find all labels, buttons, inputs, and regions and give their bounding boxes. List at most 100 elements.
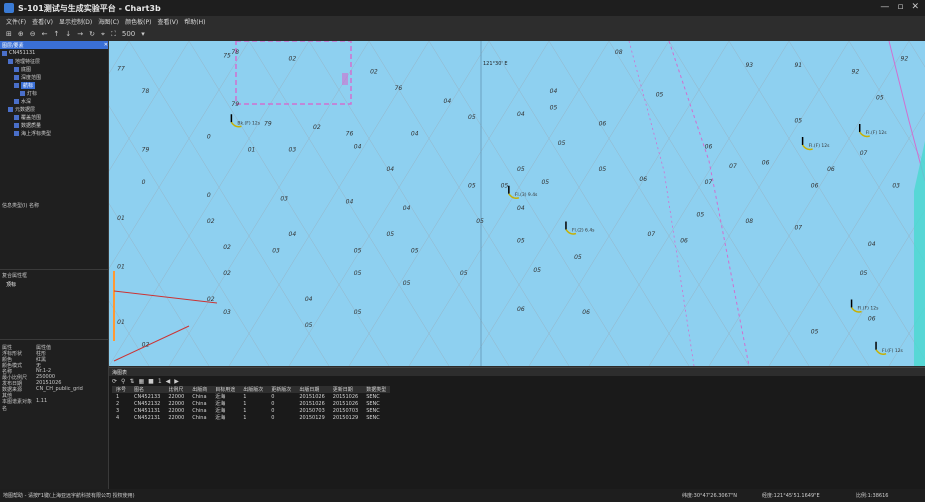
menu-display[interactable]: 显示控制(D) bbox=[59, 17, 92, 26]
depth-sounding: 04 bbox=[550, 88, 558, 95]
fullscreen-icon[interactable]: ⛶ bbox=[111, 30, 116, 39]
menu-view2[interactable]: 查看(V) bbox=[157, 17, 178, 26]
column-header[interactable]: 更新版次 bbox=[267, 386, 296, 393]
grid-line bbox=[288, 41, 490, 366]
table-cell: 20151026 bbox=[299, 393, 325, 400]
layer-icon bbox=[14, 82, 19, 88]
maximize-button[interactable]: ▫ bbox=[897, 2, 903, 12]
layer-icon bbox=[14, 114, 19, 120]
zoom-in-icon[interactable]: ⊕ bbox=[18, 30, 24, 38]
info-type-label: 信息类型(I) 名称 bbox=[2, 203, 39, 209]
grid-line bbox=[828, 209, 925, 366]
assoc-item[interactable]: 顶标 bbox=[6, 281, 16, 288]
tree-item-label: 覆盖范围 bbox=[21, 114, 42, 121]
menu-help[interactable]: 帮助(H) bbox=[184, 17, 205, 26]
table-row[interactable]: 3 CN451131 22000 China 近海 1 0 20150703 20150703 S… bbox=[112, 407, 390, 415]
depth-sounding: 06 bbox=[705, 143, 713, 150]
app-icon bbox=[4, 3, 14, 13]
page-icon[interactable]: ■ bbox=[148, 378, 154, 385]
depth-sounding: 79 bbox=[264, 121, 272, 128]
zoom-out-icon[interactable]: ⊖ bbox=[30, 30, 36, 38]
light-buoy[interactable]: Fl.(F) 12s bbox=[858, 124, 888, 138]
rotate-icon[interactable]: ↻ bbox=[89, 30, 95, 38]
depth-sounding: 05 bbox=[860, 270, 868, 277]
depth-sounding: 05 bbox=[460, 270, 468, 277]
depth-sounding: 02 bbox=[207, 296, 215, 303]
next-page-button[interactable]: ▶ bbox=[174, 378, 179, 385]
filter-icon[interactable]: ⚲ bbox=[121, 378, 125, 385]
chart-canvas[interactable]: 77787900101010275 78790002020379010202020… bbox=[109, 41, 925, 366]
title-bar: S-101测试与生成实验平台 - Chart3b — ▫ ✕ bbox=[0, 0, 925, 16]
tree-item-label: 灯标 bbox=[27, 90, 38, 97]
page-number[interactable]: 1 bbox=[158, 378, 162, 385]
tree-item[interactable]: 覆盖范围 bbox=[0, 113, 108, 121]
depth-sounding: 0 bbox=[207, 134, 211, 141]
column-header[interactable]: 出版版次 bbox=[239, 386, 268, 393]
tree-item[interactable]: 海上浮标类型 bbox=[0, 129, 108, 137]
tree-item[interactable]: 灯标 bbox=[0, 89, 108, 97]
depth-sounding: 92 bbox=[852, 69, 860, 76]
column-header[interactable]: 出版商 bbox=[188, 386, 212, 393]
depth-sounding: 04 bbox=[444, 98, 452, 105]
dropdown-icon[interactable]: ▾ bbox=[141, 30, 145, 38]
depth-sounding: 04 bbox=[403, 205, 411, 212]
layers-icon[interactable]: ⊞ bbox=[6, 30, 12, 38]
grid-line bbox=[708, 41, 910, 366]
column-header[interactable]: 图名 bbox=[130, 386, 165, 393]
light-buoy[interactable]: Fl.(F) 12s bbox=[875, 341, 904, 355]
column-header[interactable]: 比例尺 bbox=[164, 386, 189, 393]
tree-item[interactable]: 地理特征层 bbox=[0, 57, 108, 65]
menu-chart[interactable]: 海图(C) bbox=[98, 17, 119, 26]
close-button[interactable]: ✕ bbox=[911, 2, 919, 12]
tree-item-label: 海上浮标类型 bbox=[21, 130, 52, 137]
column-header[interactable]: 数据类型 bbox=[362, 386, 391, 393]
light-buoy[interactable]: Fl.(2) 6.4s bbox=[565, 221, 595, 235]
column-header[interactable]: 目标用途 bbox=[211, 386, 240, 393]
light-buoy[interactable]: Fl.(F) 12s bbox=[801, 137, 831, 151]
grid-icon[interactable]: ▦ bbox=[138, 378, 144, 385]
table-row[interactable]: 2 CN452132 22000 China 近海 1 0 20151026 20151026 S… bbox=[112, 400, 390, 408]
tree-item[interactable]: 底图 bbox=[0, 65, 108, 73]
panel-close-icon[interactable]: ✕ bbox=[104, 42, 108, 48]
tree-item-label: CN451131 bbox=[9, 50, 36, 56]
arrow-up-icon[interactable]: ↑ bbox=[54, 30, 60, 38]
tree-item-label: 航标 bbox=[21, 81, 36, 89]
arrow-left-icon[interactable]: ← bbox=[42, 30, 48, 38]
light-buoy[interactable]: Fl.(F) 12s bbox=[850, 299, 880, 313]
arrow-down-icon[interactable]: ↓ bbox=[65, 30, 71, 38]
tree-item-label: 地理特征层 bbox=[15, 58, 41, 65]
property-row[interactable]: 本图谱素对象名 1.11 bbox=[2, 398, 106, 412]
light-buoy[interactable]: Bk.(F) 12s bbox=[230, 114, 261, 128]
column-header[interactable]: 序号 bbox=[112, 386, 131, 393]
grid-line bbox=[728, 41, 925, 360]
tree-item[interactable]: 航标 bbox=[0, 81, 108, 89]
depth-sounding: 06 bbox=[868, 316, 876, 323]
menu-file[interactable]: 文件(F) bbox=[6, 17, 26, 26]
chart-view[interactable]: 77 78 79 0 01 01 01 02 75 78 79 0 0 02 02 03 79 01 02 02 02 0… bbox=[109, 41, 925, 366]
tree-item[interactable]: 数据质量 bbox=[0, 121, 108, 129]
table-row[interactable]: 1 CN452133 22000 China 近海 1 0 20151026 20151026 S… bbox=[112, 393, 390, 401]
menu-palette[interactable]: 颜色板(P) bbox=[125, 17, 151, 26]
table-row[interactable]: 4 CN452131 22000 China 近海 1 0 20150129 20150129 S… bbox=[112, 414, 390, 422]
refresh-icon[interactable]: ⟳ bbox=[112, 378, 117, 385]
prev-page-button[interactable]: ◀ bbox=[166, 378, 171, 385]
depth-sounding: 0 bbox=[142, 179, 146, 186]
arrow-right-icon[interactable]: → bbox=[77, 30, 83, 38]
tree-item[interactable]: CN451131 bbox=[0, 49, 108, 57]
depth-sounding: 03 bbox=[892, 182, 900, 189]
grid-line bbox=[468, 41, 670, 366]
light-label: Fl.(F) 12s bbox=[809, 143, 831, 149]
minimize-button[interactable]: — bbox=[880, 2, 889, 12]
depth-sounding: 05 bbox=[476, 218, 484, 225]
column-header[interactable]: 出版日期 bbox=[295, 386, 329, 393]
depth-sounding: 08 bbox=[745, 218, 753, 225]
zoom-value[interactable]: 500 bbox=[122, 30, 135, 38]
tree-item[interactable]: 水深 bbox=[0, 97, 108, 105]
measure-icon[interactable]: ⌖ bbox=[101, 30, 105, 39]
sort-icon[interactable]: ⇅ bbox=[129, 378, 134, 385]
table-cell: 2 bbox=[116, 400, 120, 407]
tree-item[interactable]: 深度范围 bbox=[0, 73, 108, 81]
menu-view[interactable]: 查看(V) bbox=[32, 17, 53, 26]
column-header[interactable]: 更新日期 bbox=[328, 386, 363, 393]
tree-item[interactable]: 元数据层 bbox=[0, 105, 108, 113]
